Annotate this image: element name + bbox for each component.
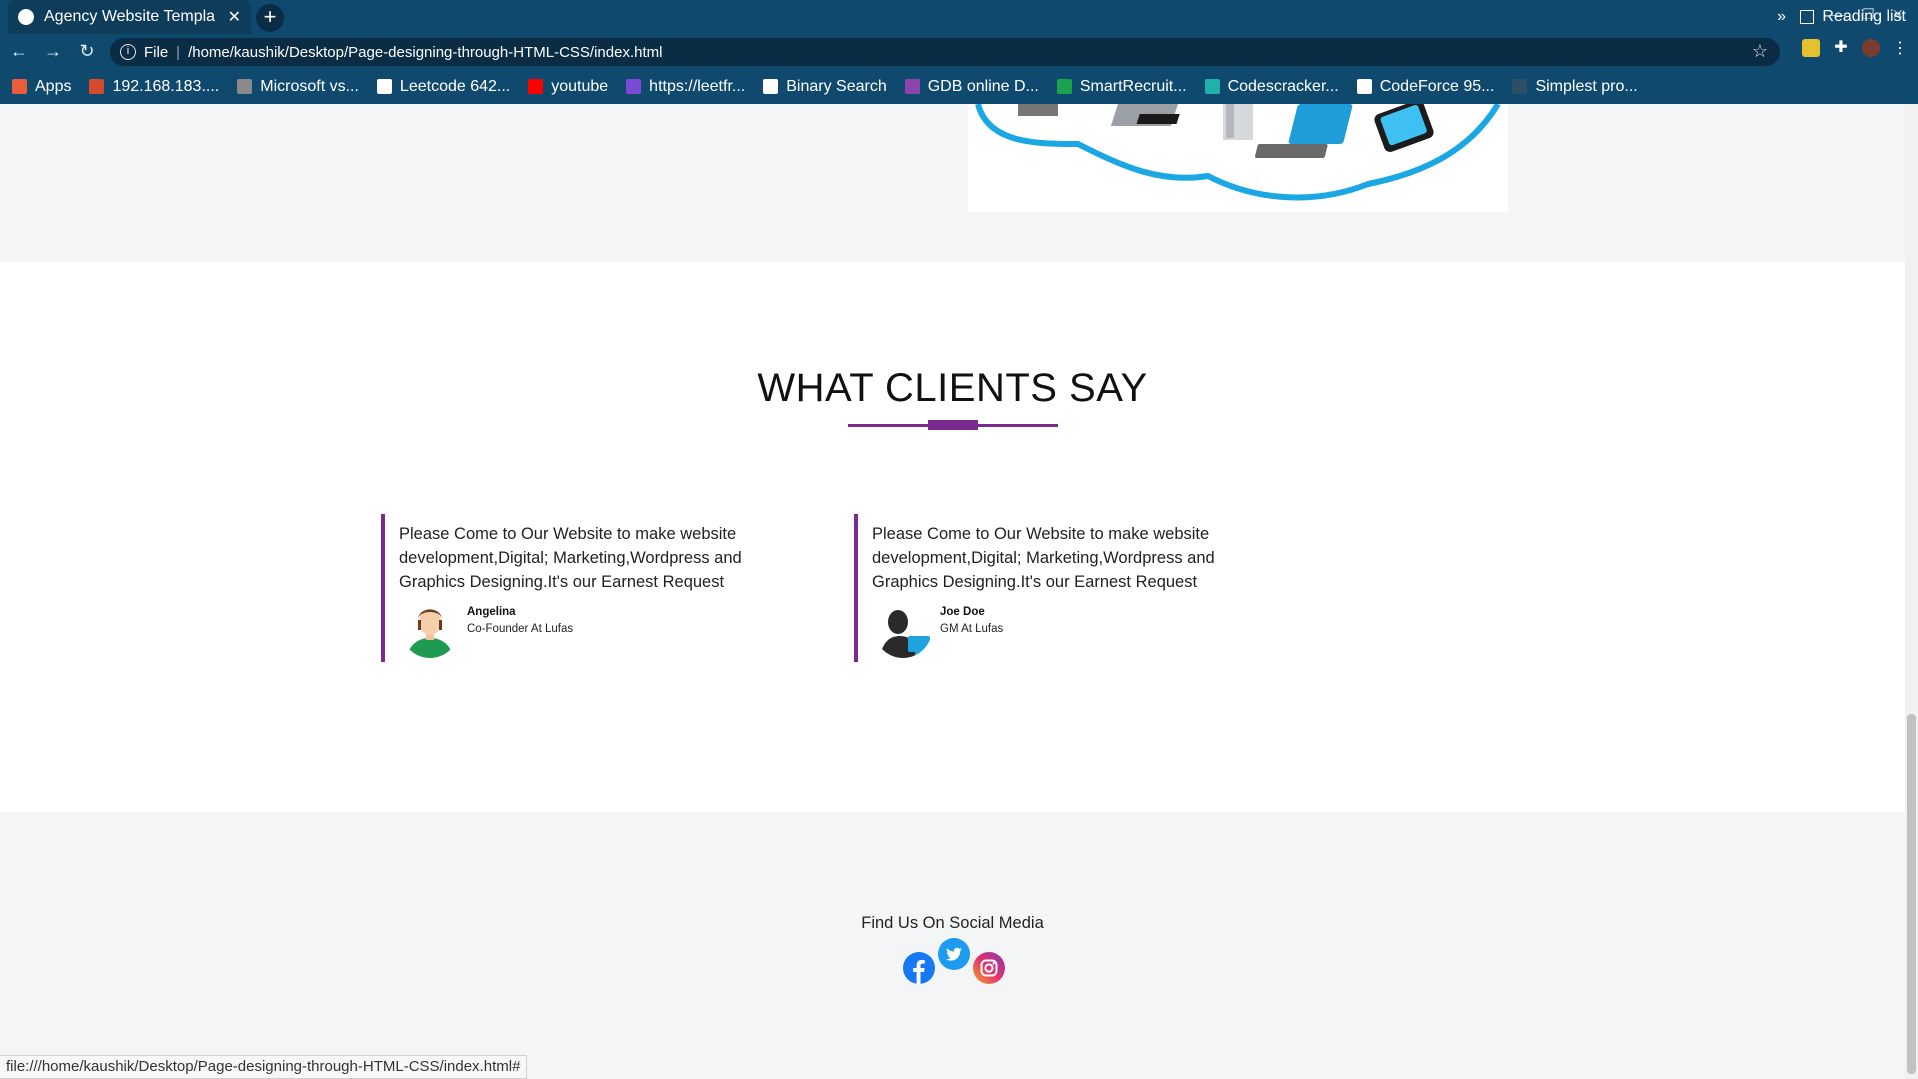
testimonial-card: Please Come to Our Website to make websi…	[381, 514, 801, 662]
testimonials-section: WHAT CLIENTS SAY Please Come to Our Webs…	[0, 262, 1905, 812]
testimonial-quote: Please Come to Our Website to make websi…	[399, 525, 742, 591]
reload-icon[interactable]: ↻	[72, 41, 102, 62]
browser-tab[interactable]: Agency Website Templa ✕	[8, 0, 251, 34]
bookmark-item[interactable]: https://leetfr...	[626, 78, 745, 96]
bookmarks-bar: Apps 192.168.183.... Microsoft vs... Leetco…	[0, 69, 1918, 104]
section-title: WHAT CLIENTS SAY	[757, 366, 1148, 410]
facebook-icon[interactable]	[903, 952, 935, 989]
browser-toolbar: ← → ↻ i File | /home/kaushik/Desktop/Pag…	[0, 34, 1918, 69]
bookmark-label: Leetcode 642...	[399, 77, 511, 95]
avatar	[874, 600, 932, 658]
apps-grid-icon	[12, 79, 27, 94]
new-tab-button[interactable]: +	[256, 4, 284, 32]
author-role: Co-Founder At Lufas	[467, 623, 574, 635]
hash-icon	[626, 79, 642, 94]
back-icon[interactable]: ←	[4, 41, 34, 62]
bookmark-item[interactable]: youtube	[528, 78, 608, 96]
bookmark-label: 192.168.183....	[112, 77, 220, 95]
bookmark-item[interactable]: 192.168.183....	[89, 78, 219, 96]
tab-title: Agency Website Templa	[44, 8, 216, 25]
bookmark-label: Microsoft vs...	[260, 77, 359, 95]
author-name: Joe Doe	[940, 606, 985, 618]
browser-chrome: Agency Website Templa ✕ + — ❐ ✕ ← → ↻ i …	[0, 0, 1918, 104]
tab-bar: Agency Website Templa ✕ + — ❐ ✕	[0, 0, 1918, 34]
hero-section	[0, 104, 1905, 262]
vertical-scrollbar[interactable]	[1905, 104, 1918, 1079]
extension-icon[interactable]	[1802, 39, 1820, 57]
puzzle-icon[interactable]: ✚	[1832, 39, 1850, 57]
bookmark-item[interactable]: Binary Search	[763, 78, 887, 96]
site-info-icon[interactable]: i	[120, 44, 136, 60]
url-text[interactable]: /home/kaushik/Desktop/Page-designing-thr…	[188, 44, 662, 61]
testimonial-card: Please Come to Our Website to make websi…	[854, 514, 1274, 662]
bookmark-star-icon[interactable]: ☆	[1752, 41, 1768, 62]
footer-title: Find Us On Social Media	[861, 914, 1044, 932]
bookmark-label: GDB online D...	[927, 77, 1039, 95]
url-scheme-label: File	[144, 43, 169, 61]
phone-icon	[1374, 104, 1434, 152]
menu-kebab-icon[interactable]: ⋮	[1892, 38, 1908, 58]
smartrecruiters-icon	[1056, 79, 1072, 94]
reading-list-button[interactable]: Reading list	[1800, 8, 1906, 26]
youtube-icon	[528, 79, 544, 94]
codescracker-icon	[1204, 79, 1220, 94]
cloud-network-illustration	[968, 104, 1508, 212]
more-bookmarks-icon[interactable]: »	[1777, 8, 1786, 26]
instagram-icon[interactable]	[973, 952, 1005, 989]
page-icon	[1512, 79, 1528, 94]
testimonial-author: Joe Doe GM At Lufas	[874, 600, 1003, 658]
twitter-icon[interactable]	[938, 938, 970, 975]
bookmark-label: youtube	[551, 77, 609, 95]
bookmark-item[interactable]: Simplest pro...	[1512, 77, 1638, 96]
scrollbar-thumb[interactable]	[1907, 714, 1916, 1074]
bookmark-label: CodeForce 95...	[1379, 77, 1495, 95]
laptop-icon	[1110, 104, 1180, 126]
profile-avatar[interactable]	[1862, 39, 1880, 57]
bookmark-item[interactable]: Codescracker...	[1204, 77, 1339, 96]
footer: Find Us On Social Media	[0, 812, 1905, 1079]
bookmark-label: SmartRecruit...	[1079, 77, 1187, 95]
avatar	[401, 600, 459, 658]
bookmark-label: Binary Search	[786, 77, 887, 95]
bookmark-item[interactable]: GDB online D...	[904, 77, 1039, 96]
bookmark-item[interactable]: Leetcode 642...	[376, 77, 511, 96]
page-viewport: WHAT CLIENTS SAY Please Come to Our Webs…	[0, 104, 1905, 1079]
author-name: Angelina	[467, 606, 516, 618]
bookmark-label: https://leetfr...	[649, 77, 746, 95]
bookmark-label: Codescracker...	[1227, 77, 1339, 95]
url-separator: |	[176, 43, 181, 61]
server-icon	[1223, 104, 1253, 140]
status-bar: file:///home/kaushik/Desktop/Page-design…	[0, 1055, 528, 1079]
forward-icon[interactable]: →	[38, 41, 68, 62]
router-icon	[89, 79, 105, 94]
address-bar[interactable]: i File | /home/kaushik/Desktop/Page-desi…	[110, 38, 1780, 66]
reading-list-label: Reading list	[1822, 8, 1906, 25]
bookmark-item[interactable]: Apps	[12, 78, 71, 96]
bookmark-item[interactable]: Microsoft vs...	[237, 78, 359, 96]
author-role: GM At Lufas	[940, 623, 1004, 635]
globe-icon	[18, 9, 34, 25]
testimonial-quote: Please Come to Our Website to make websi…	[872, 525, 1215, 591]
title-underline-accent	[928, 420, 978, 430]
bookmark-label: Apps	[35, 77, 72, 95]
signal-icon	[237, 79, 253, 94]
binary-search-icon	[763, 79, 779, 94]
bookmark-item[interactable]: SmartRecruit...	[1056, 77, 1187, 96]
bookmark-label: Simplest pro...	[1535, 77, 1638, 95]
testimonial-author: Angelina Co-Founder At Lufas	[401, 600, 573, 658]
code-icon	[376, 79, 392, 94]
gdb-icon	[904, 79, 920, 94]
bookmark-item[interactable]: CodeForce 95...	[1356, 77, 1495, 96]
close-tab-icon[interactable]: ✕	[228, 7, 241, 27]
laptop-icon	[1254, 104, 1353, 158]
extensions-area: ✚ ⋮	[1802, 38, 1908, 58]
pdf-icon	[1356, 79, 1372, 94]
reading-list-icon	[1800, 10, 1815, 24]
